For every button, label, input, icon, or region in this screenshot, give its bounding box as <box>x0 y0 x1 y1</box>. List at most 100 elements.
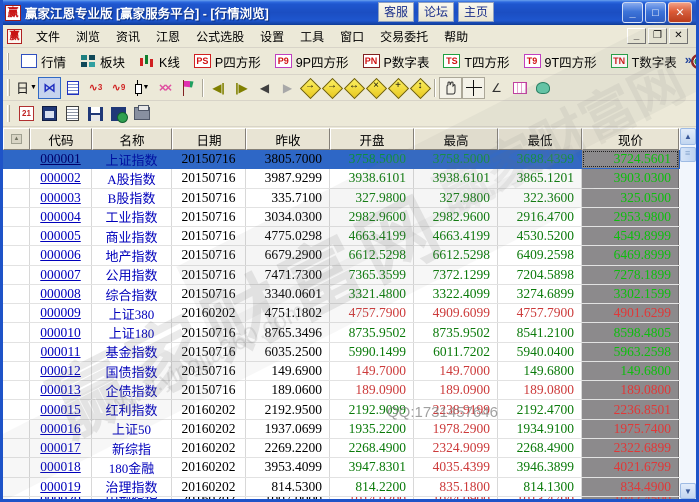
table-row[interactable]: 000018180金融201602023953.40993947.8301403… <box>3 458 680 477</box>
gann-arrow-horizontal-button[interactable]: ↔ <box>343 77 365 99</box>
cell-name[interactable]: 商业指数 <box>92 227 172 245</box>
table-row[interactable]: 000003B股指数20150716335.7100327.9800327.98… <box>3 189 680 208</box>
cell-code[interactable]: 000016 <box>30 420 92 438</box>
angle-tool-button[interactable]: ∠ <box>485 77 508 99</box>
header-open[interactable]: 开盘 <box>330 128 414 150</box>
cell-code[interactable]: 000006 <box>30 246 92 264</box>
info-document-button[interactable] <box>61 77 84 99</box>
table-row[interactable]: 000020中型综指201602021007.00001014.02001044… <box>3 497 680 499</box>
menu-item[interactable]: 公式选股 <box>188 26 252 47</box>
table-row[interactable]: 000016上证50201602021937.06991935.22001978… <box>3 420 680 439</box>
cell-code[interactable]: 000003 <box>30 189 92 207</box>
table-row[interactable]: 000004工业指数201507163034.03002982.96002982… <box>3 208 680 227</box>
customer-service-button[interactable]: 客服 <box>378 2 414 22</box>
menu-item[interactable]: 帮助 <box>436 26 476 47</box>
cell-code[interactable]: 000015 <box>30 400 92 418</box>
cell-code[interactable]: 000010 <box>30 323 92 341</box>
go-prev-button[interactable]: ◀ <box>253 77 276 99</box>
cell-code[interactable]: 000004 <box>30 208 92 226</box>
table-row[interactable]: 000010上证180201507168765.34968735.9502873… <box>3 323 680 342</box>
table-row[interactable]: 000019治理指数20160202814.5300814.2200835.18… <box>3 478 680 497</box>
gann-vertical-button[interactable]: ↕ <box>409 77 431 99</box>
go-next-button[interactable]: ▶ <box>276 77 299 99</box>
maximize-button[interactable]: □ <box>645 2 666 23</box>
view-toolbar-item[interactable]: TNT数字表 <box>604 50 684 73</box>
header-code[interactable]: 代码 <box>30 128 92 150</box>
export-button[interactable] <box>107 103 130 125</box>
header-name[interactable]: 名称 <box>92 128 172 150</box>
candle-style-button[interactable]: ▼ <box>130 77 153 99</box>
menu-item[interactable]: 资讯 <box>108 26 148 47</box>
cell-code[interactable]: 000008 <box>30 285 92 303</box>
scroll-down-button[interactable]: ▼ <box>680 483 696 499</box>
cell-name[interactable]: 地产指数 <box>92 246 172 264</box>
table-row[interactable]: 000015红利指数201602022192.95002192.90992238… <box>3 400 680 419</box>
pink-grid-tool-button[interactable] <box>508 77 531 99</box>
cell-code[interactable]: 000009 <box>30 304 92 322</box>
layout-mode-button[interactable]: ⋈ <box>38 77 61 99</box>
view-toolbar-item[interactable]: PSP四方形 <box>187 50 268 73</box>
cell-code[interactable]: 000001 <box>30 150 92 168</box>
cell-name[interactable]: 上证指数 <box>92 150 172 168</box>
period-day-button[interactable]: 日 ▼ <box>15 77 38 99</box>
mdi-close-button[interactable]: ✕ <box>669 28 688 44</box>
cell-code[interactable]: 000017 <box>30 439 92 457</box>
cell-name[interactable]: 综合指数 <box>92 285 172 303</box>
cell-name[interactable]: 基金指数 <box>92 343 172 361</box>
cell-code[interactable]: 000019 <box>30 478 92 496</box>
print-button[interactable] <box>130 103 153 125</box>
view-toolbar-item[interactable]: PNP数字表 <box>356 50 437 73</box>
table-row[interactable]: 000012国债指数20150716149.6900149.7000149.70… <box>3 362 680 381</box>
cell-name[interactable]: 工业指数 <box>92 208 172 226</box>
menu-item[interactable]: 交易委托 <box>372 26 436 47</box>
table-row[interactable]: 000013企债指数20150716189.0600189.0900189.09… <box>3 381 680 400</box>
mdi-restore-button[interactable]: ❐ <box>648 28 667 44</box>
go-first-button[interactable]: ◀| <box>207 77 230 99</box>
toolbar-grip[interactable] <box>7 53 9 70</box>
menu-item[interactable]: 文件 <box>28 26 68 47</box>
gann-cross-button[interactable]: × <box>365 77 387 99</box>
table-row[interactable]: 000007公用指数201507167471.73007365.35997372… <box>3 266 680 285</box>
cell-name[interactable]: 新综指 <box>92 439 172 457</box>
close-button[interactable]: ✕ <box>668 2 692 23</box>
view-toolbar-item[interactable]: 行情 <box>14 50 73 73</box>
cell-name[interactable]: 上证380 <box>92 304 172 322</box>
menu-item[interactable]: 设置 <box>252 26 292 47</box>
scroll-up-button[interactable]: ▲ <box>680 128 696 145</box>
view-toolbar-item[interactable]: P99P四方形 <box>268 50 356 73</box>
gann-arrow-right-button[interactable]: → <box>299 77 321 99</box>
cell-name[interactable]: 中型综指 <box>92 497 172 499</box>
vertical-scrollbar[interactable]: ▲ ▼ <box>680 128 696 499</box>
menu-item[interactable]: 工具 <box>292 26 332 47</box>
hand-tool-button[interactable] <box>439 77 462 99</box>
cell-code[interactable]: 000012 <box>30 362 92 380</box>
cell-code[interactable]: 000018 <box>30 458 92 476</box>
smart-analysis-button[interactable] <box>531 77 554 99</box>
crosshair-tool-button[interactable] <box>462 77 485 99</box>
toolbar-overflow-chevron[interactable]: » <box>685 52 692 67</box>
table-row[interactable]: 000008综合指数201507163340.06013321.48003322… <box>3 285 680 304</box>
cell-code[interactable]: 000020 <box>30 497 92 499</box>
minimize-button[interactable]: _ <box>622 2 643 23</box>
cell-name[interactable]: 红利指数 <box>92 400 172 418</box>
cell-name[interactable]: B股指数 <box>92 189 172 207</box>
cell-name[interactable]: 企债指数 <box>92 381 172 399</box>
gann-plus-button[interactable]: + <box>387 77 409 99</box>
toolbar-grip[interactable] <box>7 79 10 96</box>
homepage-button[interactable]: 主页 <box>458 2 494 22</box>
sort-header-cell[interactable]: ▲ <box>3 128 30 150</box>
menu-item[interactable]: 窗口 <box>332 26 372 47</box>
table-row[interactable]: 000006地产指数201507166679.29006612.52986612… <box>3 246 680 265</box>
cell-name[interactable]: A股指数 <box>92 169 172 187</box>
double-x-button[interactable]: ×× <box>153 77 176 99</box>
table-row[interactable]: 000002A股指数201507163987.92993938.61013938… <box>3 169 680 188</box>
cell-name[interactable]: 180金融 <box>92 458 172 476</box>
view-toolbar-item[interactable]: T99T四方形 <box>517 50 604 73</box>
calculator-button[interactable] <box>38 103 61 125</box>
notes-button[interactable] <box>61 103 84 125</box>
header-price[interactable]: 现价 <box>582 128 679 150</box>
cell-name[interactable]: 上证50 <box>92 420 172 438</box>
scrollbar-thumb[interactable] <box>680 147 696 162</box>
header-high[interactable]: 最高 <box>414 128 498 150</box>
table-row[interactable]: 000011基金指数201507166035.25005990.14996011… <box>3 343 680 362</box>
